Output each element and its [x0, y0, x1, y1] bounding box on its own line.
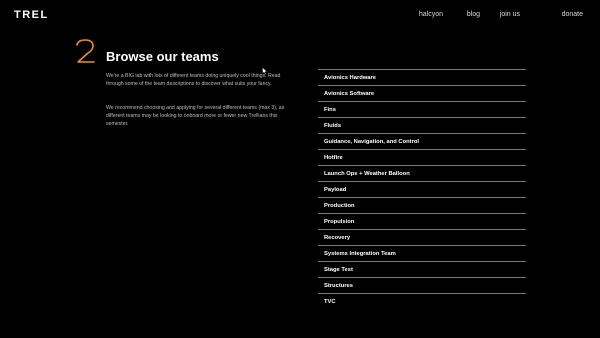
team-item-stage-test[interactable]: Stage Test [318, 262, 526, 278]
team-list: Avionics Hardware Avionics Software Fins… [318, 69, 526, 309]
nav-link-halcyon[interactable]: halcyon [419, 11, 443, 18]
team-item-systems-integration[interactable]: Systems Integration Team [318, 246, 526, 262]
recommendation-paragraph: We recommend choosing and applying for s… [106, 105, 285, 128]
team-item-avionics-software[interactable]: Avionics Software [318, 86, 526, 102]
site-logo[interactable]: TREL [14, 9, 49, 21]
nav-link-join-us[interactable]: join us [500, 11, 520, 18]
team-item-fins[interactable]: Fins [318, 102, 526, 118]
team-item-fluids[interactable]: Fluids [318, 118, 526, 134]
intro-paragraph: We're a BIG lab with lots of different t… [106, 73, 281, 88]
team-item-payload[interactable]: Payload [318, 182, 526, 198]
team-item-production[interactable]: Production [318, 198, 526, 214]
team-item-hotfire[interactable]: Hotfire [318, 150, 526, 166]
mouse-cursor-icon [262, 67, 268, 75]
team-item-recovery[interactable]: Recovery [318, 230, 526, 246]
team-item-structures[interactable]: Structures [318, 278, 526, 294]
step-number-2-icon [76, 39, 95, 63]
nav-link-donate[interactable]: donate [562, 11, 583, 18]
team-item-avionics-hardware[interactable]: Avionics Hardware [318, 70, 526, 86]
team-item-launch-ops[interactable]: Launch Ops + Weather Balloon [318, 166, 526, 182]
section-title: Browse our teams [106, 49, 219, 64]
team-item-tvc[interactable]: TVC [318, 294, 526, 309]
team-item-propulsion[interactable]: Propulsion [318, 214, 526, 230]
team-item-gnc[interactable]: Guidance, Navigation, and Control [318, 134, 526, 150]
nav-link-blog[interactable]: blog [467, 11, 480, 18]
